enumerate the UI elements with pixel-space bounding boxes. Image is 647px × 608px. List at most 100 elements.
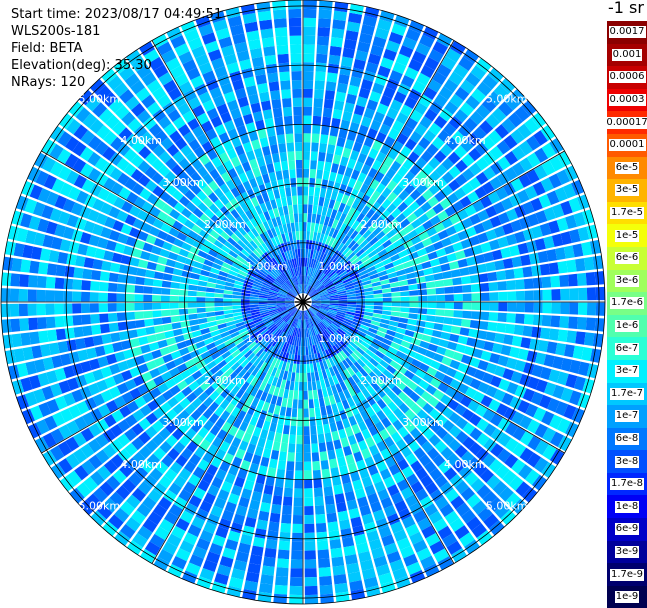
ray-bin (421, 334, 432, 343)
ray-bin (288, 8, 302, 19)
ray-bin (275, 567, 289, 577)
ray-bin (407, 318, 418, 326)
ray-bin (259, 428, 269, 440)
ray-bin (281, 160, 289, 171)
ray-bin (293, 213, 299, 223)
ray-bin (295, 372, 300, 382)
ray-bin (324, 161, 332, 172)
ray-bin (278, 451, 287, 461)
ray-bin (568, 316, 578, 330)
ray-bin (273, 189, 281, 199)
ray-bin (531, 326, 542, 339)
ray-bin (304, 568, 317, 578)
ray-bin (287, 151, 295, 161)
ray-bin (260, 574, 274, 585)
ray-bin (448, 260, 460, 270)
ray-bin (409, 302, 419, 308)
ray-bin (197, 317, 208, 324)
ray-bin (293, 115, 302, 125)
ray-bin (179, 314, 189, 322)
ray-bin (125, 303, 135, 311)
ray-bin (303, 124, 312, 134)
colorbar-tick-label: 6e-7 (614, 342, 640, 355)
ray-bin (298, 204, 303, 214)
ray-bin (311, 142, 319, 152)
range-ring-label: 4.00km (120, 458, 162, 471)
ray-bin (286, 196, 293, 206)
ray-bin (290, 222, 296, 232)
ray-bin (72, 291, 82, 302)
ray-bin (310, 425, 317, 436)
ray-bin (270, 90, 281, 101)
colorbar-cell: 6e-6 (607, 246, 647, 270)
ray-bin (304, 497, 314, 507)
ray-bin (332, 565, 346, 576)
ray-bin (223, 294, 233, 299)
ray-bin (272, 0, 286, 11)
ray-bin (400, 307, 410, 313)
ray-bin (533, 302, 543, 314)
ray-bin (223, 289, 233, 295)
ray-bin (63, 290, 73, 302)
ray-bin (314, 407, 321, 417)
ray-bin (170, 281, 181, 289)
ray-bin (81, 314, 91, 325)
ray-bin (125, 284, 136, 293)
ray-bin (559, 316, 570, 329)
ray-bin (277, 549, 290, 560)
ray-bin (267, 430, 276, 441)
ray-bin (303, 186, 309, 196)
ray-bin (431, 265, 442, 274)
ray-bin (325, 152, 334, 163)
ray-bin (316, 169, 324, 180)
ray-bin (18, 288, 28, 302)
ray-bin (382, 310, 392, 316)
ray-bin (329, 300, 339, 302)
ray-bin (318, 0, 333, 11)
ray-bin (83, 336, 95, 348)
ray-bin (444, 309, 454, 317)
ray-bin (548, 262, 559, 275)
ray-bin (261, 493, 273, 504)
ray-bin (356, 298, 366, 302)
ray-bin (303, 8, 317, 19)
ray-bin (300, 355, 303, 365)
ray-bin (304, 541, 316, 551)
ray-bin (223, 302, 233, 307)
ray-bin (506, 280, 516, 291)
ray-bin (333, 100, 345, 111)
nrays-text: NRays: 120 (11, 75, 86, 90)
ray-bin (171, 322, 182, 330)
ray-bin (303, 44, 315, 54)
ray-bin (45, 290, 55, 302)
ray-bin (400, 291, 410, 297)
ray-bin (266, 530, 279, 541)
ray-bin (54, 277, 65, 289)
ray-bin (339, 519, 351, 530)
colorbar-cell: 1e-9 (607, 585, 647, 608)
ray-bin (576, 272, 587, 286)
ray-bin (284, 124, 294, 135)
ray-bin (315, 514, 326, 524)
ray-bin (99, 323, 110, 334)
colorbar-tick-label: 3e-9 (614, 545, 640, 558)
ray-bin (275, 576, 289, 586)
ray-bin (297, 186, 303, 196)
ray-bin (373, 305, 383, 310)
ray-bin (289, 26, 302, 36)
ray-bin (498, 291, 508, 301)
ray-bin (27, 303, 37, 316)
ray-bin (347, 296, 357, 300)
ray-bin (10, 318, 21, 333)
ray-bin (303, 213, 308, 223)
ray-bin (330, 37, 344, 48)
ray-bin (316, 531, 328, 542)
ray-bin (292, 399, 298, 409)
ray-bin (303, 239, 306, 249)
ray-bin (282, 169, 290, 180)
ray-bin (265, 539, 278, 550)
ray-bin (152, 317, 163, 326)
ray-bin (327, 449, 336, 460)
colorbar-cell: 1.7e-5 (607, 201, 647, 225)
ray-bin (523, 278, 534, 289)
